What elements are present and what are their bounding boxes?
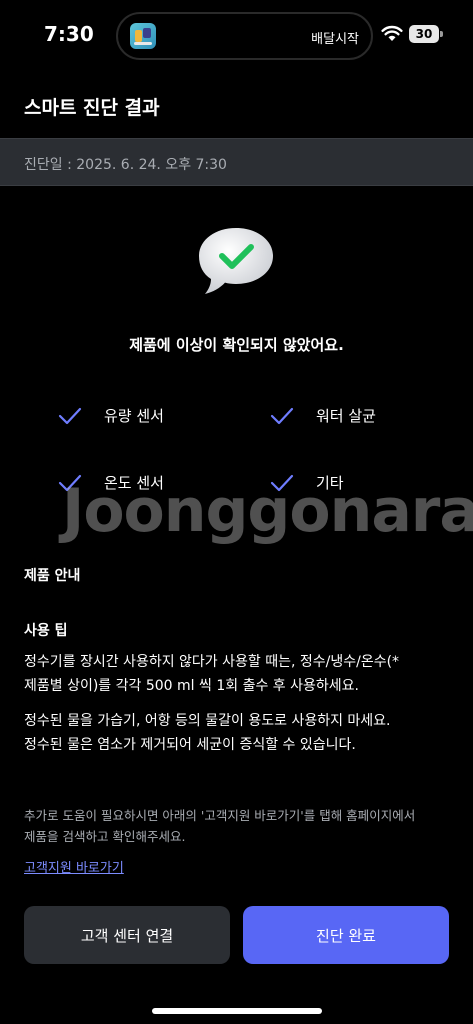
wifi-icon: [381, 25, 403, 41]
check-icon: [270, 407, 294, 425]
battery-tip: [440, 31, 443, 37]
battery-icon: 30: [409, 25, 439, 43]
watermark: Joonggonara: [62, 476, 473, 546]
success-bubble-icon: [199, 228, 273, 294]
live-activity-text: 배달시작: [311, 32, 359, 47]
page-title: 스마트 진단 결과: [24, 97, 160, 119]
usage-tips-title: 사용 팁: [24, 623, 68, 639]
customer-support-link[interactable]: 고객지원 바로가기: [24, 857, 124, 876]
usage-tip-1: 정수기를 장시간 사용하지 않다가 사용할 때는, 정수/냉수/온수(* 제품별…: [24, 654, 400, 694]
dynamic-island[interactable]: 배달시작: [116, 12, 373, 60]
status-time: 7:30: [44, 22, 94, 46]
diagnosis-date: 진단일 : 2025. 6. 24. 오후 7:30: [24, 157, 227, 173]
check-icon: [58, 407, 82, 425]
connect-customer-center-button[interactable]: 고객 센터 연결: [24, 906, 230, 964]
check-label: 워터 살균: [316, 407, 376, 425]
complete-diagnosis-button[interactable]: 진단 완료: [243, 906, 449, 964]
status-bar: 7:30 배달시작 30: [0, 0, 473, 72]
help-text: 추가로 도움이 필요하시면 아래의 '고객지원 바로가기'를 탭해 홈페이지에서…: [24, 808, 416, 844]
home-indicator[interactable]: [152, 1008, 322, 1014]
check-label: 유량 센서: [104, 407, 164, 425]
usage-tip-2: 정수된 물을 가습기, 어항 등의 물갈이 용도로 사용하지 마세요. 정수된 …: [24, 713, 391, 753]
app-icon: [130, 23, 156, 49]
result-message: 제품에 이상이 확인되지 않았어요.: [129, 336, 344, 354]
diagnosis-date-bar: 진단일 : 2025. 6. 24. 오후 7:30: [0, 138, 473, 186]
product-info-title: 제품 안내: [24, 568, 81, 584]
